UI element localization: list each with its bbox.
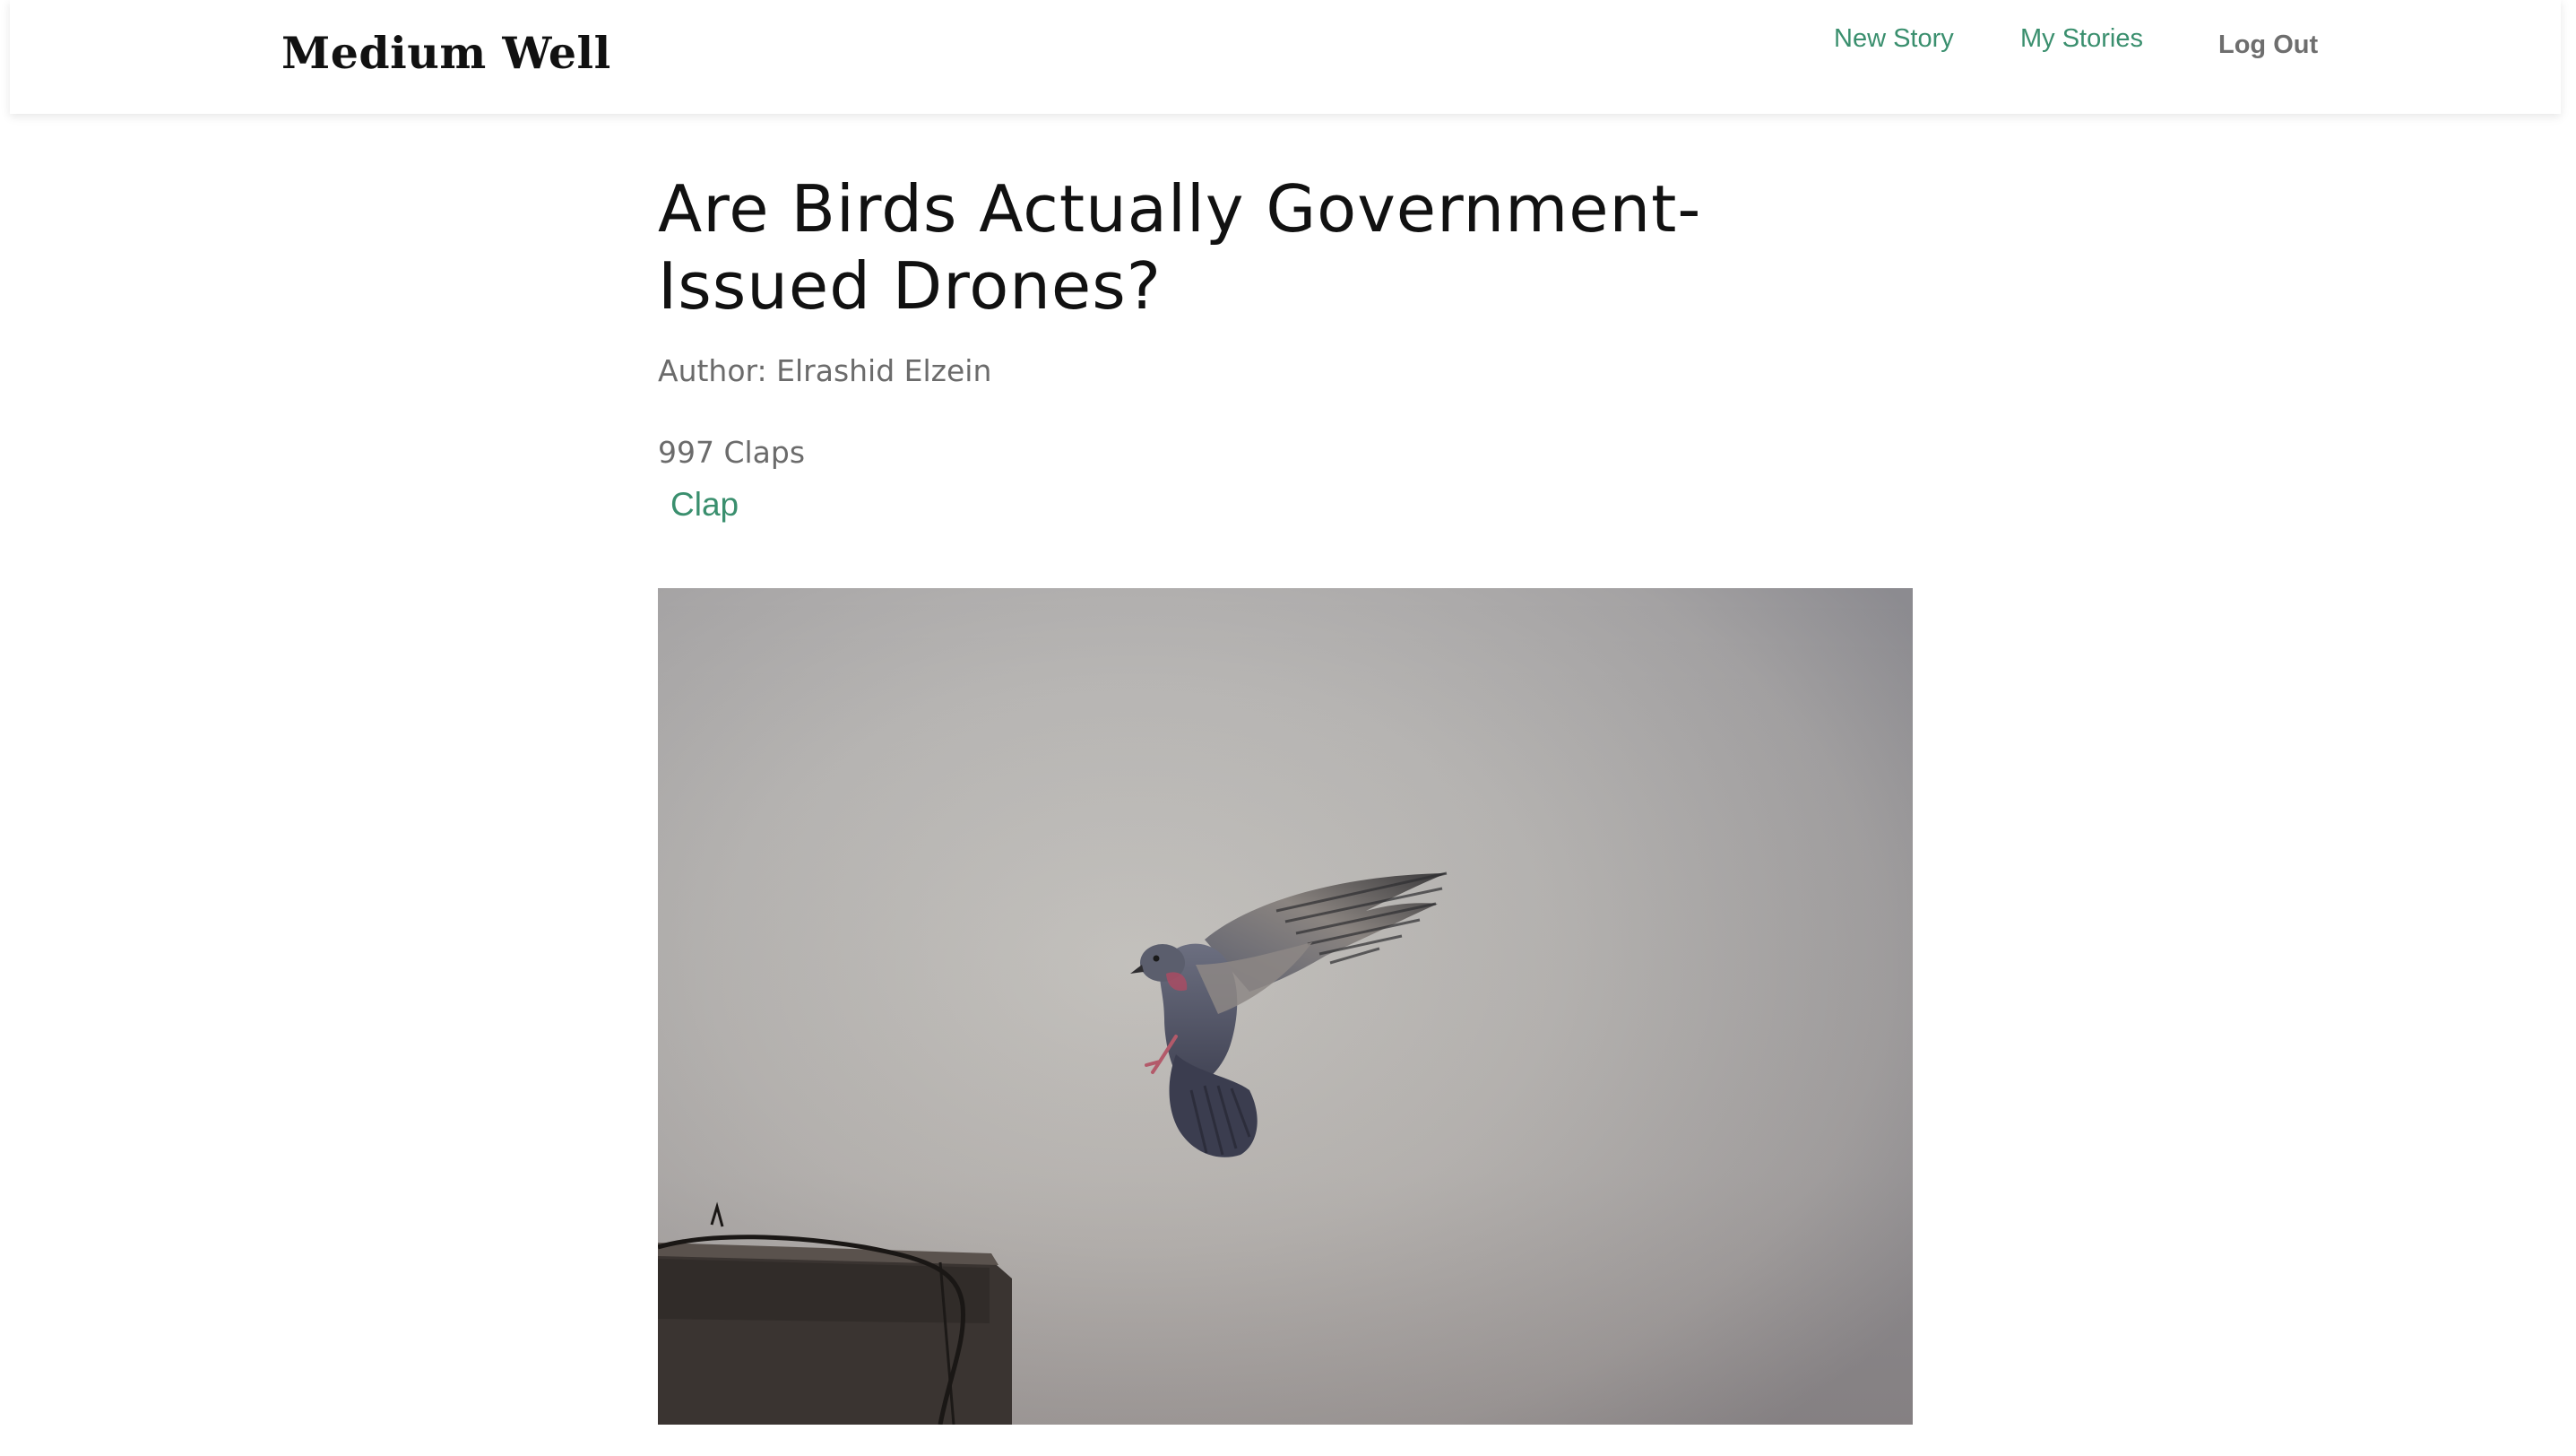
story-article: Are Birds Actually Government-Issued Dro… — [658, 170, 1913, 524]
pigeon-photo-illustration — [658, 588, 1913, 1425]
story-author: Author: Elrashid Elzein — [658, 353, 992, 388]
log-out-button[interactable]: Log Out — [2218, 30, 2318, 60]
my-stories-link[interactable]: My Stories — [2020, 24, 2143, 54]
top-navbar: Medium Well New Story My Stories Log Out — [10, 0, 2561, 114]
clap-button[interactable]: Clap — [670, 486, 739, 524]
story-image — [658, 588, 1913, 1425]
story-title: Are Birds Actually Government-Issued Dro… — [658, 171, 1702, 324]
new-story-link[interactable]: New Story — [1834, 24, 1954, 54]
brand-logo[interactable]: Medium Well — [281, 27, 611, 79]
clap-count: 997 Claps — [658, 435, 806, 470]
